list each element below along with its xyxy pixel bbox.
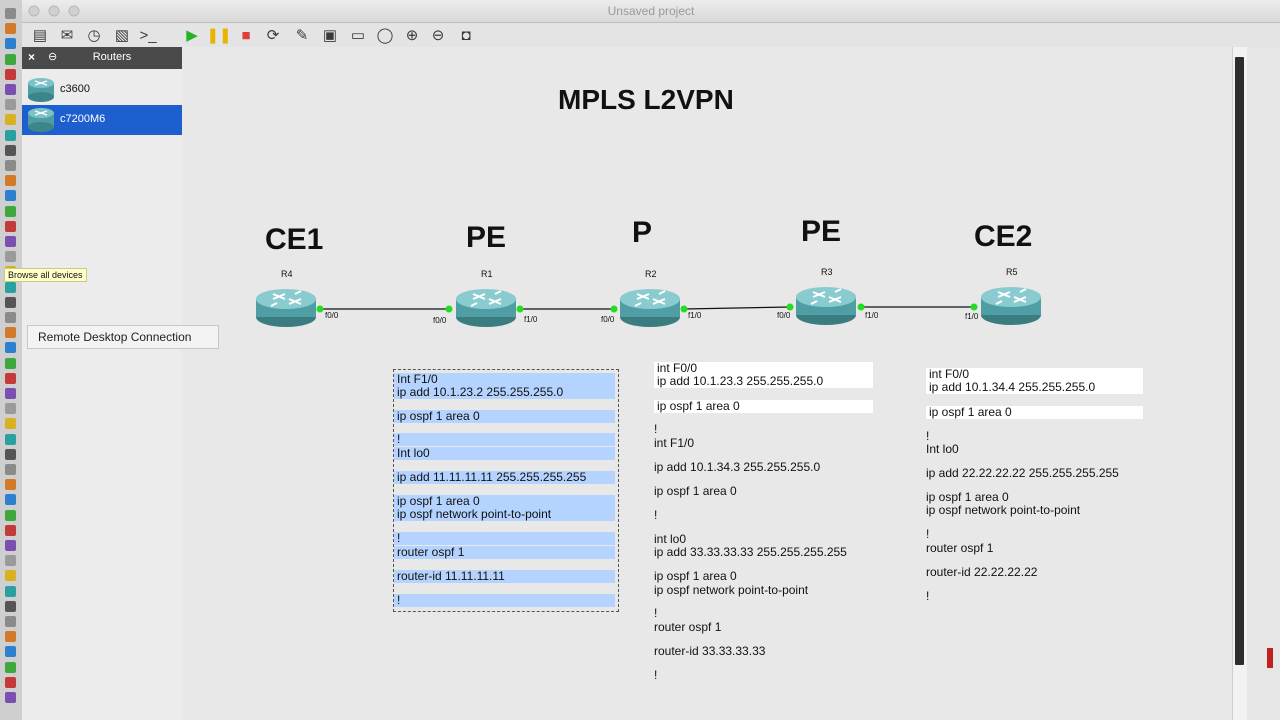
config-line: ! xyxy=(654,422,658,436)
port-label: f1/0 xyxy=(865,311,879,320)
config-line: ip add 10.1.23.2 255.255.255.0 xyxy=(394,386,615,399)
config-line: router-id 11.11.11.11 xyxy=(394,570,615,583)
port-status-dot xyxy=(516,305,524,313)
edge-marker xyxy=(1267,648,1273,668)
config-note-r1[interactable]: Int F1/0 ip add 10.1.23.2 255.255.255.0 ip… xyxy=(393,369,619,612)
config-line: ip add 33.33.33.33 255.255.255.255 xyxy=(654,545,847,559)
config-note-r3[interactable]: int F0/0 ip add 10.1.34.4 255.255.255.0 ip… xyxy=(926,368,1143,608)
port-label: f1/0 xyxy=(965,312,979,321)
router-name-r5: R5 xyxy=(1006,267,1018,277)
config-line: ! xyxy=(926,589,930,603)
port-label: f0/0 xyxy=(777,311,791,320)
router-icon-r3[interactable] xyxy=(795,285,857,327)
config-line: int F1/0 xyxy=(654,436,695,450)
config-line: ! xyxy=(654,606,658,620)
config-line: ip add 10.1.34.3 255.255.255.0 xyxy=(654,460,821,474)
config-line: ip add 10.1.34.4 255.255.255.0 xyxy=(926,381,1143,394)
remote-desktop-label: Remote Desktop Connection xyxy=(38,330,192,344)
router-icon-r2[interactable] xyxy=(619,287,681,329)
config-line: router ospf 1 xyxy=(394,546,615,559)
config-line: ip ospf network point-to-point xyxy=(394,508,615,521)
config-line: ip ospf 1 area 0 xyxy=(926,406,1143,419)
remote-desktop-popup[interactable]: Remote Desktop Connection xyxy=(27,325,219,349)
router-icon-r4[interactable] xyxy=(255,287,317,329)
config-line: Int lo0 xyxy=(926,442,959,456)
config-line: ! xyxy=(394,433,615,446)
config-line: ip add 22.22.22.22 255.255.255.255 xyxy=(926,466,1119,480)
config-note-r2[interactable]: int F0/0 ip add 10.1.23.3 255.255.255.0 ip… xyxy=(654,362,874,682)
router-icon-r1[interactable] xyxy=(455,287,517,329)
port-label: f0/0 xyxy=(433,316,447,325)
config-line: router-id 22.22.22.22 xyxy=(926,565,1038,579)
config-line: ip ospf network point-to-point xyxy=(926,503,1081,517)
config-line: ip ospf 1 area 0 xyxy=(394,410,615,423)
port-label: f1/0 xyxy=(688,311,702,320)
config-line: ! xyxy=(394,532,615,545)
config-line: ! xyxy=(654,508,658,522)
port-status-dot xyxy=(610,305,618,313)
config-line: router-id 33.33.33.33 xyxy=(654,644,766,658)
config-line: ip add 10.1.23.3 255.255.255.0 xyxy=(654,375,873,388)
topology-links xyxy=(316,303,978,313)
link-r2-r3 xyxy=(683,306,791,310)
browse-devices-tooltip: Browse all devices xyxy=(4,268,87,282)
config-line: ip ospf network point-to-point xyxy=(654,583,809,597)
config-line: router ospf 1 xyxy=(654,620,722,634)
port-status-dot xyxy=(857,303,865,311)
port-status-dot xyxy=(680,305,688,313)
port-status-dot xyxy=(970,303,978,311)
router-name-r1: R1 xyxy=(481,269,493,279)
port-status-dot xyxy=(445,305,453,313)
config-line: router ospf 1 xyxy=(926,541,994,555)
port-label: f0/0 xyxy=(325,311,339,320)
config-line: ip add 11.11.11.11 255.255.255.255 xyxy=(394,471,615,484)
port-status-dot xyxy=(316,305,324,313)
config-line: ip ospf 1 area 0 xyxy=(654,484,737,498)
router-name-r2: R2 xyxy=(645,269,657,279)
config-line: ! xyxy=(394,594,615,607)
config-line: ip ospf 1 area 0 xyxy=(654,569,737,583)
config-line: ! xyxy=(926,527,930,541)
config-line: ip ospf 1 area 0 xyxy=(654,400,873,413)
port-label: f1/0 xyxy=(524,315,538,324)
config-line: Int lo0 xyxy=(394,447,615,460)
config-line: ! xyxy=(654,668,658,682)
port-label: f0/0 xyxy=(601,315,615,324)
router-name-r4: R4 xyxy=(281,269,293,279)
router-icon-r5[interactable] xyxy=(980,285,1042,327)
port-status-dot xyxy=(786,303,794,311)
router-name-r3: R3 xyxy=(821,267,833,277)
